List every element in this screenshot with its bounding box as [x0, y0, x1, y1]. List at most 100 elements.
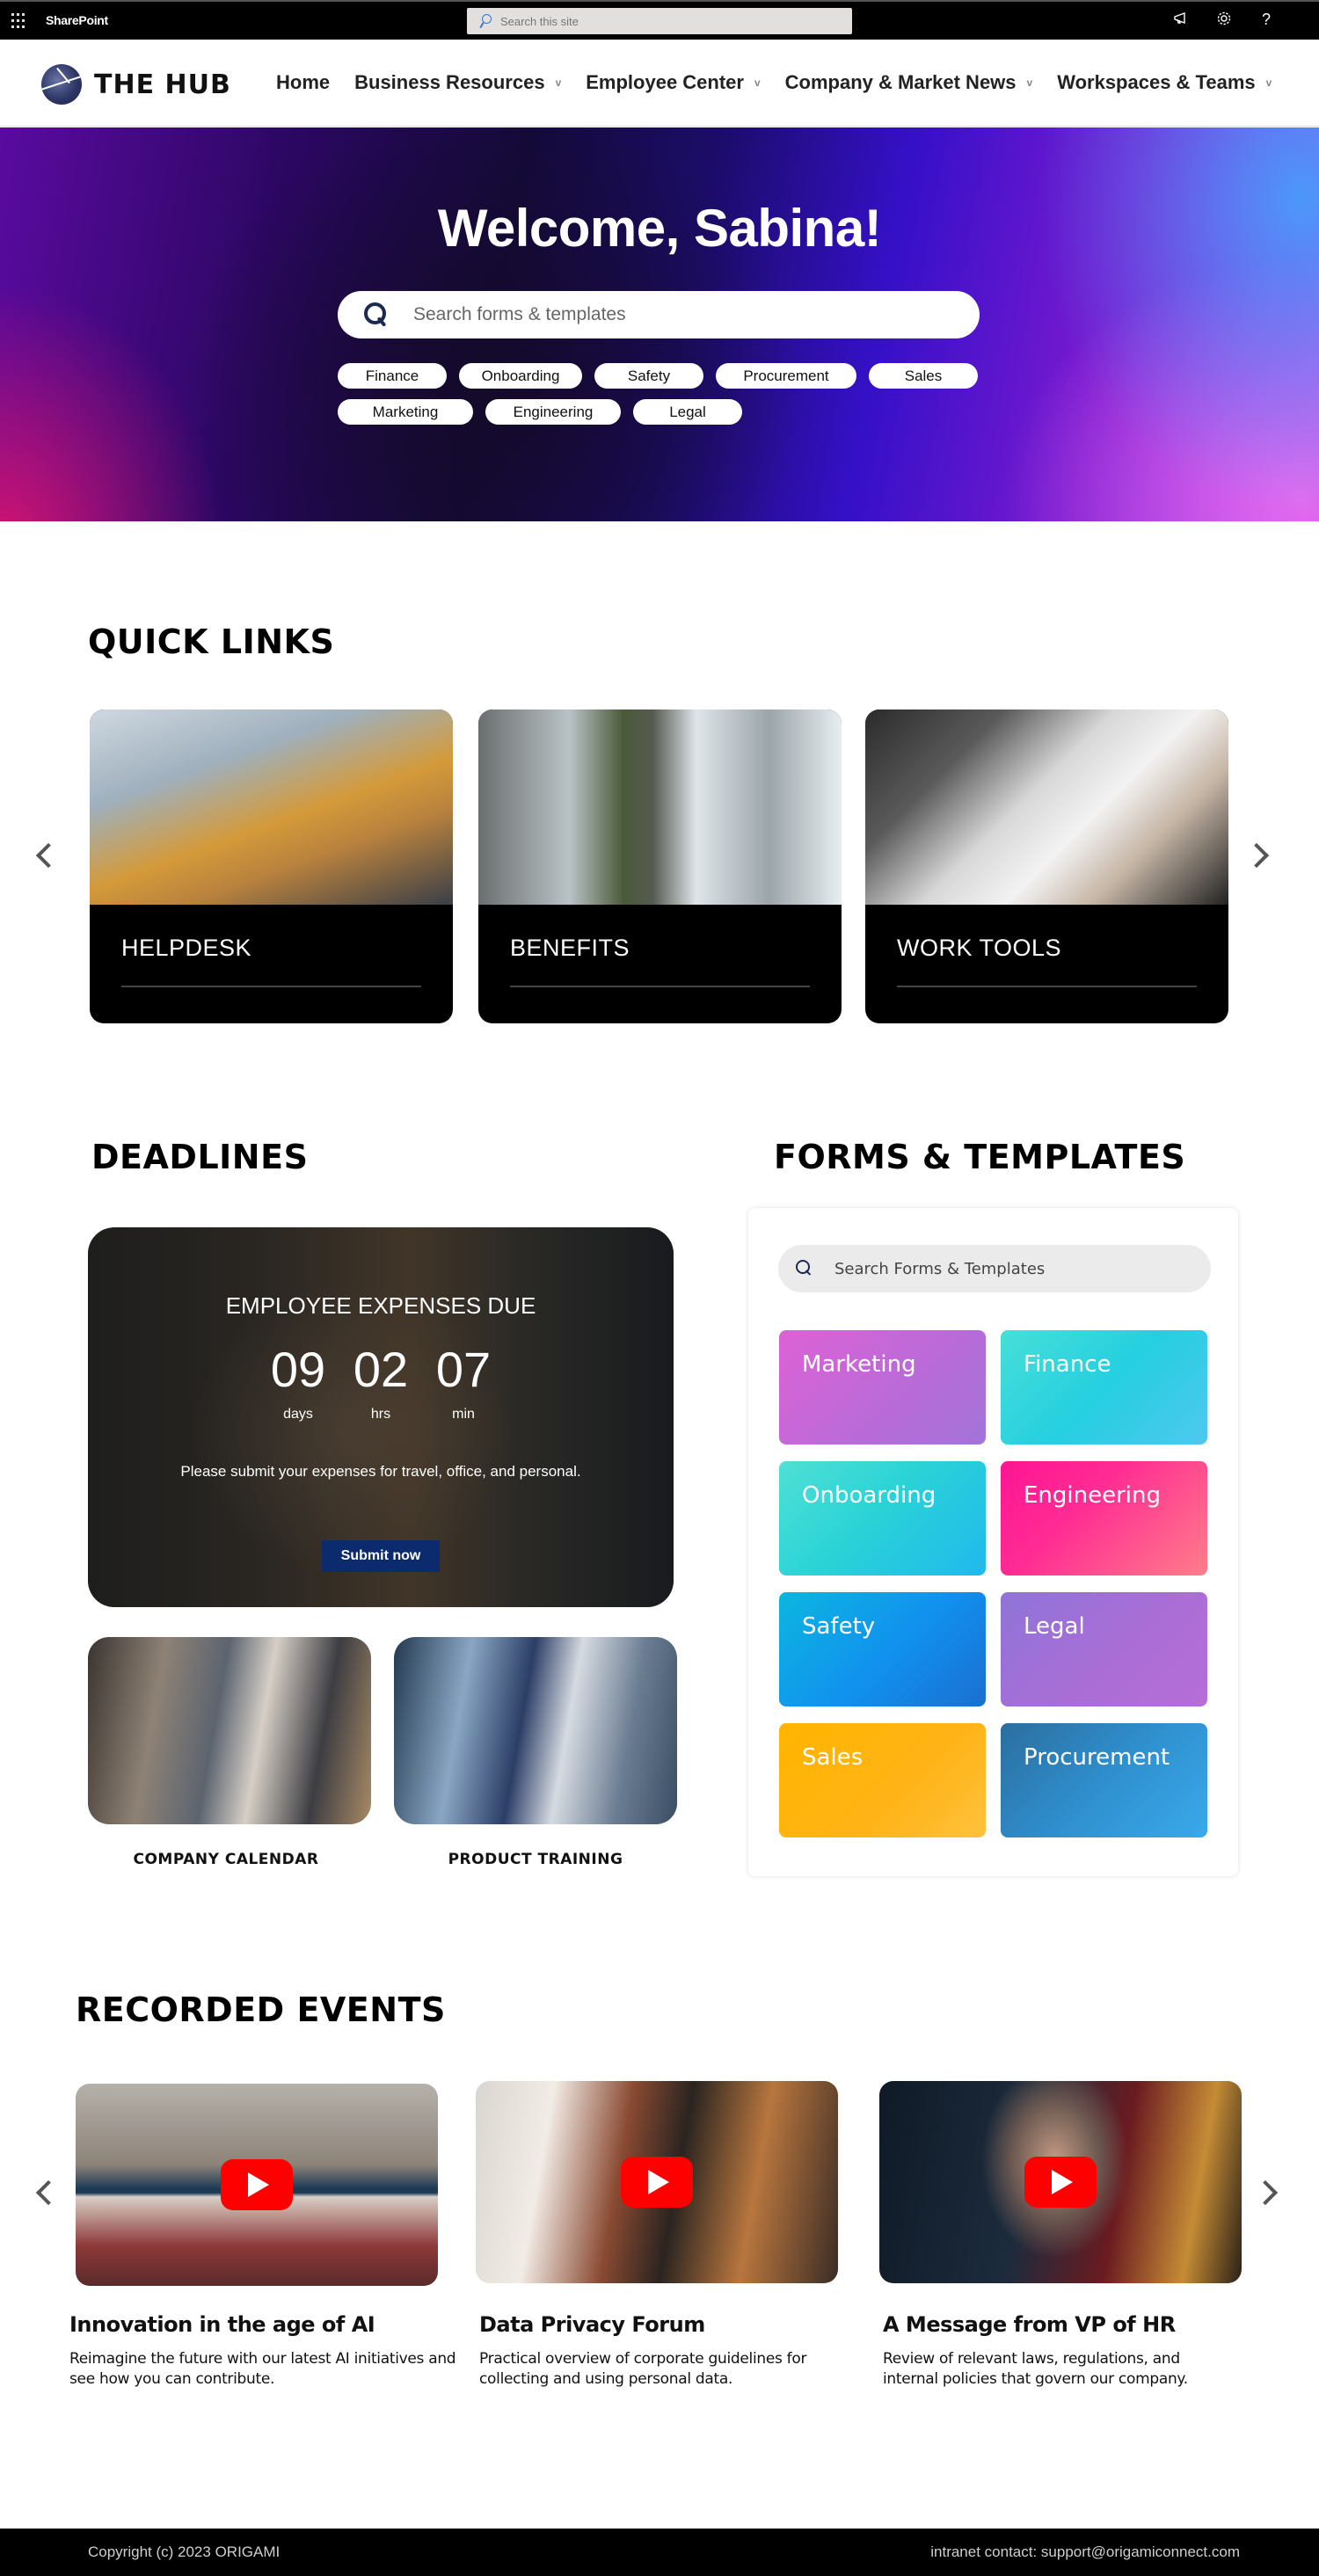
countdown-minutes: 07 min — [428, 1345, 499, 1423]
quick-link-card[interactable]: WORK TOOLS — [865, 709, 1228, 1023]
countdown-value: 09 — [270, 1342, 326, 1397]
forms-search-box[interactable] — [778, 1245, 1211, 1292]
chevron-left-icon — [35, 842, 62, 869]
tag-legal[interactable]: Legal — [633, 399, 742, 425]
site-footer: Copyright (c) 2023 ORIGAMI intranet cont… — [0, 2529, 1319, 2576]
form-tile-safety[interactable]: Safety — [779, 1592, 986, 1706]
quick-links-prev-arrow[interactable] — [32, 838, 62, 873]
nav-item-business-resources[interactable]: Business Resources v — [354, 71, 561, 94]
event-title[interactable]: A Message from VP of HR — [883, 2312, 1176, 2337]
form-tile-onboarding[interactable]: Onboarding — [779, 1461, 986, 1575]
countdown-days: 09 days — [263, 1345, 333, 1423]
site-logo[interactable]: THE HUB — [41, 64, 231, 105]
countdown-value: 02 — [353, 1342, 409, 1397]
form-tile-finance[interactable]: Finance — [1001, 1330, 1207, 1444]
divider — [510, 986, 810, 987]
work-tools-image — [865, 709, 1228, 905]
search-icon — [362, 301, 389, 329]
tag-sales[interactable]: Sales — [869, 363, 978, 389]
site-search-input[interactable] — [500, 14, 834, 28]
search-icon — [479, 13, 492, 29]
form-tile-sales[interactable]: Sales — [779, 1723, 986, 1837]
divider — [121, 986, 421, 987]
submit-now-button[interactable]: Submit now — [322, 1540, 440, 1572]
play-button-icon[interactable] — [1024, 2157, 1097, 2208]
site-search-box[interactable] — [467, 8, 852, 34]
nav-label: Workspaces & Teams — [1057, 71, 1256, 93]
tag-safety[interactable]: Safety — [594, 363, 703, 389]
app-launcher-icon[interactable] — [11, 13, 26, 29]
product-training-image[interactable] — [394, 1637, 677, 1824]
quick-links-heading: QUICK LINKS — [88, 622, 335, 661]
deadline-featured-card: EMPLOYEE EXPENSES DUE 09 days 02 hrs 07 … — [88, 1227, 674, 1607]
tag-marketing[interactable]: Marketing — [338, 399, 473, 425]
events-prev-arrow[interactable] — [32, 2175, 62, 2210]
event-description: Reimagine the future with our latest AI … — [69, 2350, 456, 2388]
nav-label: Business Resources — [354, 71, 545, 93]
contact-link[interactable]: intranet contact: support@origamiconnect… — [930, 2543, 1240, 2561]
quick-link-label: BENEFITS — [510, 935, 630, 961]
nav-item-company-market-news[interactable]: Company & Market News v — [785, 71, 1033, 94]
nav-item-home[interactable]: Home — [276, 71, 330, 94]
forms-templates-panel: Marketing Finance Onboarding Engineering… — [748, 1208, 1238, 1876]
hero-search-box[interactable] — [338, 291, 980, 338]
tag-engineering[interactable]: Engineering — [485, 399, 621, 425]
event-video-thumbnail[interactable] — [476, 2081, 838, 2283]
forms-templates-search-input[interactable] — [834, 1259, 1186, 1278]
quick-link-card[interactable]: BENEFITS — [478, 709, 842, 1023]
chevron-down-icon[interactable]: v — [1266, 76, 1272, 89]
nav-item-workspaces-teams[interactable]: Workspaces & Teams v — [1057, 71, 1272, 94]
event-title[interactable]: Data Privacy Forum — [479, 2312, 705, 2337]
countdown-unit: min — [452, 1407, 475, 1422]
gear-icon[interactable] — [1215, 11, 1233, 31]
company-calendar-image[interactable] — [88, 1637, 371, 1824]
deadline-message: Please submit your expenses for travel, … — [180, 1463, 581, 1480]
quick-links-next-arrow[interactable] — [1243, 838, 1273, 873]
tag-list: Finance Onboarding Safety Procurement Sa… — [338, 363, 988, 425]
tag-onboarding[interactable]: Onboarding — [459, 363, 582, 389]
nav-label: Company & Market News — [784, 71, 1017, 93]
event-video-thumbnail[interactable] — [879, 2081, 1242, 2283]
help-icon[interactable]: ? — [1257, 11, 1275, 31]
top-navigation: Home Business Resources v Employee Center… — [276, 71, 1272, 94]
forms-search-input[interactable] — [413, 304, 941, 325]
form-tile-procurement[interactable]: Procurement — [1001, 1723, 1207, 1837]
tag-procurement[interactable]: Procurement — [716, 363, 856, 389]
form-tile-engineering[interactable]: Engineering — [1001, 1461, 1207, 1575]
megaphone-icon[interactable] — [1173, 11, 1191, 31]
play-button-icon[interactable] — [221, 2159, 293, 2210]
product-training-link[interactable]: PRODUCT TRAINING — [394, 1851, 677, 1868]
nav-label: Home — [276, 71, 331, 93]
tag-finance[interactable]: Finance — [338, 363, 447, 389]
events-next-arrow[interactable] — [1252, 2175, 1282, 2210]
form-tile-legal[interactable]: Legal — [1001, 1592, 1207, 1706]
chevron-right-icon — [1243, 842, 1270, 869]
nav-item-employee-center[interactable]: Employee Center v — [586, 71, 760, 94]
countdown-value: 07 — [435, 1342, 492, 1397]
nav-label: Employee Center — [586, 71, 744, 93]
app-name[interactable]: SharePoint — [46, 13, 108, 27]
quick-link-card[interactable]: HELPDESK — [90, 709, 453, 1023]
chevron-down-icon[interactable]: v — [1027, 76, 1033, 89]
event-title[interactable]: Innovation in the age of AI — [69, 2312, 375, 2337]
chevron-right-icon — [1252, 2179, 1279, 2206]
chevron-down-icon[interactable]: v — [754, 76, 761, 89]
countdown-hours: 02 hrs — [346, 1345, 416, 1423]
globe-logo-icon — [41, 64, 82, 105]
form-tile-marketing[interactable]: Marketing — [779, 1330, 986, 1444]
site-title: THE HUB — [94, 69, 231, 100]
quick-link-label: WORK TOOLS — [897, 935, 1062, 961]
recorded-events-heading: RECORDED EVENTS — [76, 1990, 446, 2029]
chevron-down-icon[interactable]: v — [556, 76, 562, 89]
site-header: THE HUB Home Business Resources v Employe… — [0, 40, 1319, 127]
divider — [897, 986, 1197, 987]
hero-banner: Welcome, Sabina! Finance Onboarding Safe… — [0, 127, 1319, 521]
event-video-thumbnail[interactable] — [76, 2084, 438, 2286]
countdown-timer: 09 days 02 hrs 07 min — [88, 1345, 674, 1423]
play-button-icon[interactable] — [621, 2157, 693, 2208]
welcome-title: Welcome, Sabina! — [437, 199, 882, 258]
helpdesk-image — [90, 709, 453, 905]
company-calendar-link[interactable]: COMPANY CALENDAR — [84, 1851, 368, 1868]
event-description: Practical overview of corporate guidelin… — [479, 2350, 807, 2388]
suite-bar: SharePoint ? — [0, 0, 1319, 40]
